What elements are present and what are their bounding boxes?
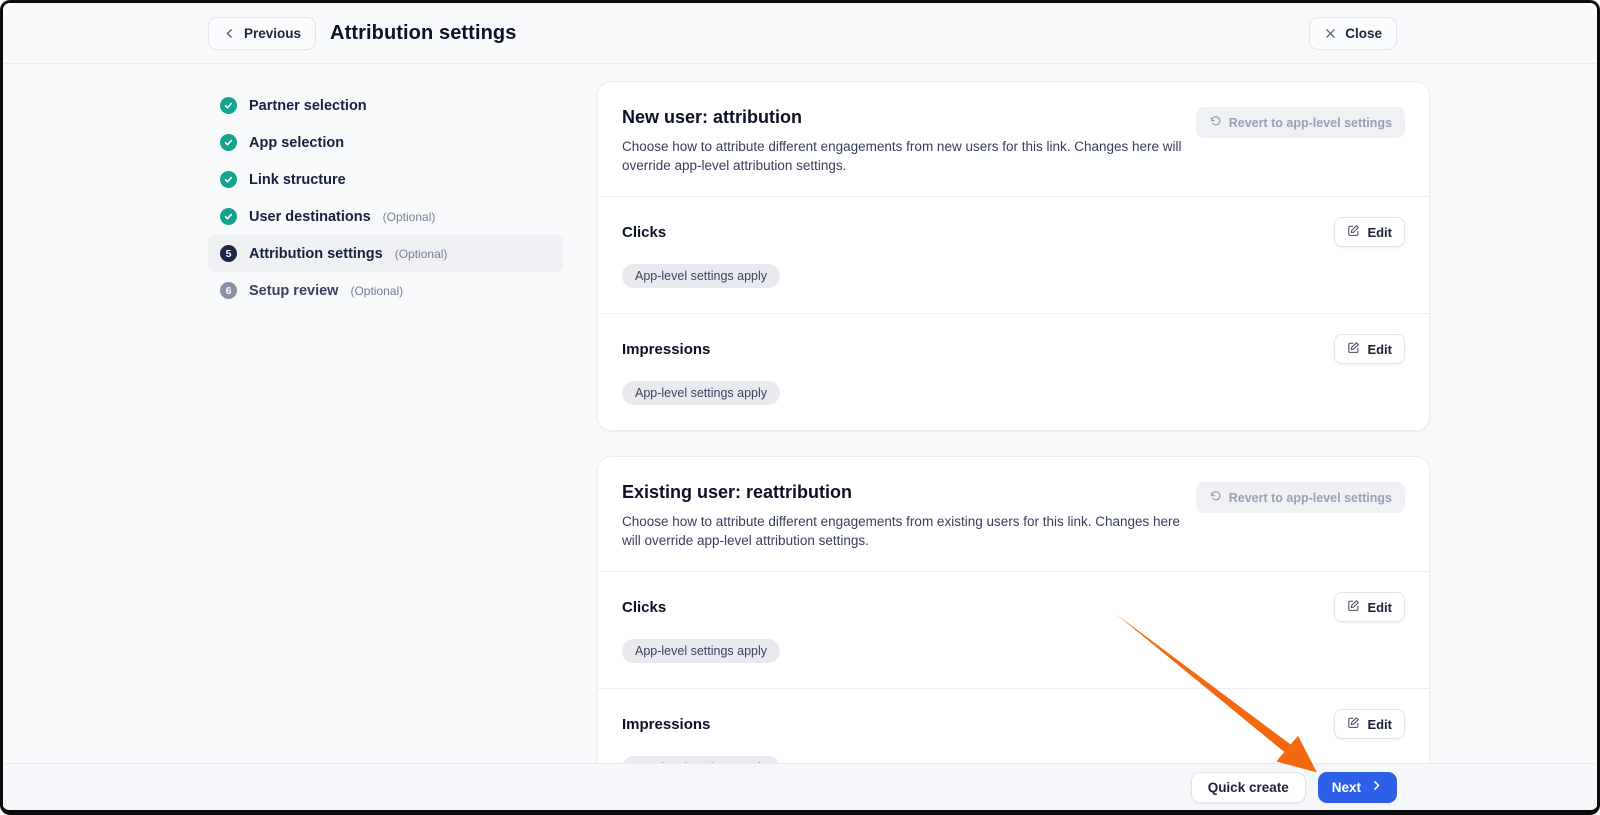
undo-icon — [1209, 490, 1222, 506]
card-title: Existing user: reattribution — [622, 482, 1196, 503]
step-optional-tag: (Optional) — [395, 247, 448, 261]
edit-icon — [1347, 599, 1360, 615]
step-label: Link structure — [249, 172, 346, 188]
close-icon — [1324, 27, 1337, 40]
quick-create-button[interactable]: Quick create — [1191, 772, 1306, 803]
section-title: Clicks — [622, 599, 666, 616]
step-number-icon: 5 — [220, 245, 237, 262]
clicks-section: Clicks Edit App-level settings apply — [598, 571, 1429, 688]
wizard-stepper: Partner selection App selection Link str… — [208, 64, 563, 309]
edit-impressions-button[interactable]: Edit — [1334, 334, 1405, 364]
next-button[interactable]: Next — [1318, 772, 1397, 803]
card-existing-user-reattribution: Existing user: reattribution Choose how … — [597, 456, 1430, 806]
section-title: Impressions — [622, 341, 710, 358]
clicks-section: Clicks Edit App-level settings apply — [598, 196, 1429, 313]
top-bar: Previous Attribution settings Close — [3, 3, 1597, 64]
stepper-step-user-destinations[interactable]: User destinations (Optional) — [208, 198, 563, 235]
previous-button[interactable]: Previous — [208, 17, 316, 50]
quick-create-button-label: Quick create — [1208, 780, 1289, 795]
next-button-label: Next — [1332, 780, 1361, 795]
edit-button-label: Edit — [1367, 717, 1392, 732]
step-label: App selection — [249, 135, 344, 151]
section-title: Impressions — [622, 716, 710, 733]
edit-clicks-button[interactable]: Edit — [1334, 217, 1405, 247]
card-header: New user: attribution Choose how to attr… — [598, 82, 1429, 196]
edit-button-label: Edit — [1367, 225, 1392, 240]
close-button[interactable]: Close — [1309, 17, 1397, 50]
edit-button-label: Edit — [1367, 600, 1392, 615]
status-badge: App-level settings apply — [622, 381, 780, 405]
undo-icon — [1209, 115, 1222, 131]
card-header: Existing user: reattribution Choose how … — [598, 457, 1429, 571]
chevron-right-icon — [1370, 779, 1383, 795]
close-button-label: Close — [1345, 26, 1382, 41]
step-label: User destinations — [249, 209, 371, 225]
impressions-section: Impressions Edit App-level settings appl… — [598, 313, 1429, 430]
check-circle-icon — [220, 208, 237, 225]
check-circle-icon — [220, 97, 237, 114]
page-title: Attribution settings — [330, 22, 516, 45]
stepper-step-link-structure[interactable]: Link structure — [208, 161, 563, 198]
edit-clicks-button[interactable]: Edit — [1334, 592, 1405, 622]
status-badge: App-level settings apply — [622, 639, 780, 663]
chevron-left-icon — [223, 27, 236, 40]
edit-icon — [1347, 341, 1360, 357]
card-description: Choose how to attribute different engage… — [622, 512, 1196, 550]
section-title: Clicks — [622, 224, 666, 241]
status-badge: App-level settings apply — [622, 264, 780, 288]
revert-to-app-level-button[interactable]: Revert to app-level settings — [1196, 107, 1405, 138]
attribution-settings-modal: Previous Attribution settings Close Part… — [0, 0, 1600, 815]
check-circle-icon — [220, 134, 237, 151]
edit-impressions-button[interactable]: Edit — [1334, 709, 1405, 739]
revert-button-label: Revert to app-level settings — [1229, 116, 1392, 130]
revert-button-label: Revert to app-level settings — [1229, 491, 1392, 505]
revert-to-app-level-button[interactable]: Revert to app-level settings — [1196, 482, 1405, 513]
edit-icon — [1347, 716, 1360, 732]
settings-content: New user: attribution Choose how to attr… — [597, 64, 1430, 806]
step-label: Partner selection — [249, 98, 367, 114]
step-optional-tag: (Optional) — [350, 284, 403, 298]
main-area: Partner selection App selection Link str… — [3, 64, 1597, 763]
edit-icon — [1347, 224, 1360, 240]
footer-bar: Quick create Next — [3, 763, 1597, 810]
stepper-step-attribution-settings[interactable]: 5 Attribution settings (Optional) — [208, 235, 563, 272]
stepper-step-partner-selection[interactable]: Partner selection — [208, 87, 563, 124]
step-label: Setup review — [249, 283, 338, 299]
step-label: Attribution settings — [249, 246, 383, 262]
step-number-icon: 6 — [220, 282, 237, 299]
card-title: New user: attribution — [622, 107, 1196, 128]
stepper-step-setup-review[interactable]: 6 Setup review (Optional) — [208, 272, 563, 309]
step-optional-tag: (Optional) — [383, 210, 436, 224]
stepper-step-app-selection[interactable]: App selection — [208, 124, 563, 161]
previous-button-label: Previous — [244, 26, 301, 41]
card-new-user-attribution: New user: attribution Choose how to attr… — [597, 81, 1430, 431]
edit-button-label: Edit — [1367, 342, 1392, 357]
check-circle-icon — [220, 171, 237, 188]
card-description: Choose how to attribute different engage… — [622, 137, 1196, 175]
